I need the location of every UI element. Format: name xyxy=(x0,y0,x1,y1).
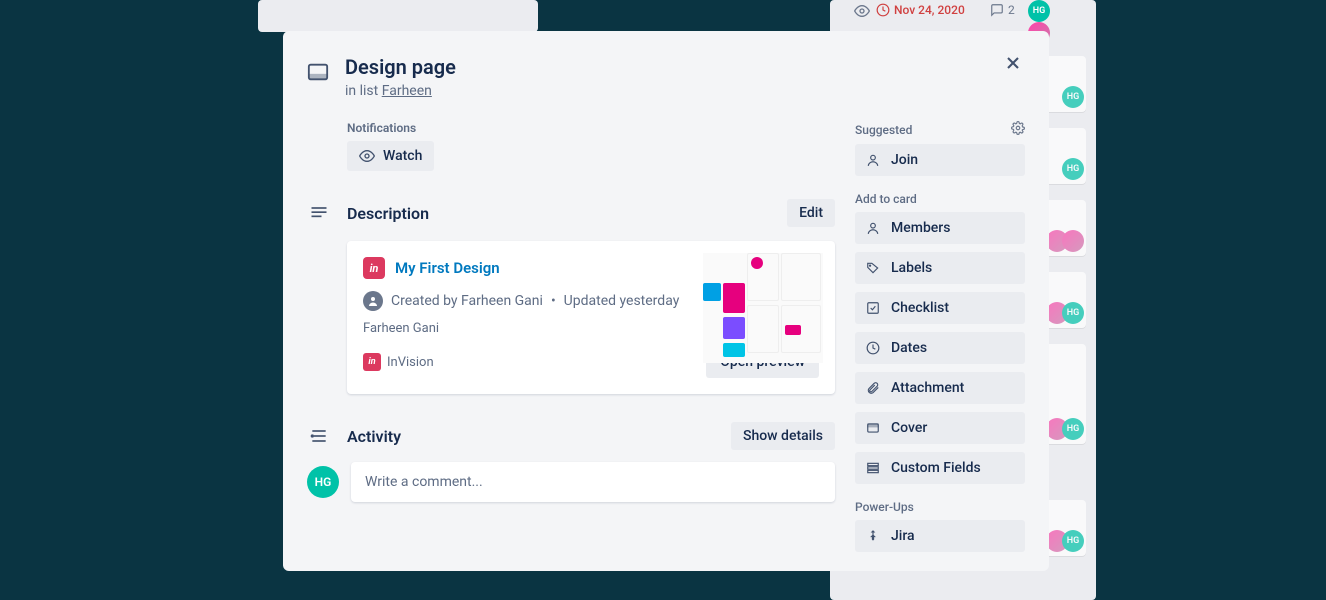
user-icon xyxy=(865,153,881,167)
invision-small-icon: in xyxy=(363,353,381,371)
user-icon xyxy=(363,291,383,311)
activity-icon xyxy=(307,426,331,446)
description-heading: Description xyxy=(347,204,771,223)
close-button[interactable] xyxy=(997,47,1029,79)
avatar: HG xyxy=(1062,418,1084,440)
watch-button[interactable]: Watch xyxy=(347,141,434,171)
avatar: HG xyxy=(1062,86,1084,108)
cover-button[interactable]: Cover xyxy=(855,412,1025,444)
tag-icon xyxy=(865,261,881,275)
invision-thumbnail xyxy=(703,253,823,363)
list-link[interactable]: Farheen xyxy=(382,83,432,99)
add-to-card-label: Add to card xyxy=(855,192,917,206)
avatar: HG xyxy=(1062,302,1084,324)
comment-input[interactable]: Write a comment... xyxy=(351,462,835,502)
comment-count-text: 2 xyxy=(1008,3,1015,17)
show-details-button[interactable]: Show details xyxy=(731,422,835,450)
cover-icon xyxy=(865,421,881,435)
dates-button[interactable]: Dates xyxy=(855,332,1025,364)
checklist-icon xyxy=(865,301,881,315)
fields-icon xyxy=(865,461,881,475)
custom-fields-button[interactable]: Custom Fields xyxy=(855,452,1025,484)
jira-icon xyxy=(865,529,881,543)
suggested-label: Suggested xyxy=(855,123,912,137)
avatar: HG xyxy=(1062,530,1084,552)
card-title[interactable]: Design page xyxy=(345,55,456,79)
powerups-label: Power-Ups xyxy=(855,500,914,514)
avatar: HG xyxy=(1028,0,1050,22)
card-modal: Design page in list Farheen Notification… xyxy=(283,31,1049,571)
avatar xyxy=(1062,230,1084,252)
invision-brand: InVision xyxy=(387,355,434,370)
watch-label: Watch xyxy=(383,148,422,164)
avatar: HG xyxy=(1062,158,1084,180)
user-icon xyxy=(865,221,881,235)
clock-icon xyxy=(865,341,881,355)
in-list-text: in list Farheen xyxy=(345,83,456,99)
labels-button[interactable]: Labels xyxy=(855,252,1025,284)
attachment-button[interactable]: Attachment xyxy=(855,372,1025,404)
eye-icon xyxy=(359,148,375,164)
comment-count-badge: 2 xyxy=(990,3,1015,17)
paperclip-icon xyxy=(865,381,881,395)
notifications-label: Notifications xyxy=(347,121,835,135)
invision-logo-icon: in xyxy=(363,257,385,279)
members-button[interactable]: Members xyxy=(855,212,1025,244)
invision-title[interactable]: My First Design xyxy=(395,259,500,277)
card-icon xyxy=(307,61,329,87)
checklist-button[interactable]: Checklist xyxy=(855,292,1025,324)
user-avatar: HG xyxy=(307,466,339,498)
created-by-text: Created by Farheen Gani xyxy=(391,293,543,309)
description-icon xyxy=(307,203,331,223)
invision-card: in My First Design Created by Farheen Ga… xyxy=(347,241,835,394)
jira-button[interactable]: Jira xyxy=(855,520,1025,552)
edit-description-button[interactable]: Edit xyxy=(787,199,835,227)
activity-heading: Activity xyxy=(347,427,715,446)
gear-icon[interactable] xyxy=(1011,121,1025,138)
watch-eye-icon xyxy=(854,3,870,23)
join-button[interactable]: Join xyxy=(855,144,1025,176)
due-date-text: Nov 24, 2020 xyxy=(894,3,965,17)
due-date-badge: Nov 24, 2020 xyxy=(876,3,965,17)
updated-text: Updated yesterday xyxy=(564,293,680,309)
